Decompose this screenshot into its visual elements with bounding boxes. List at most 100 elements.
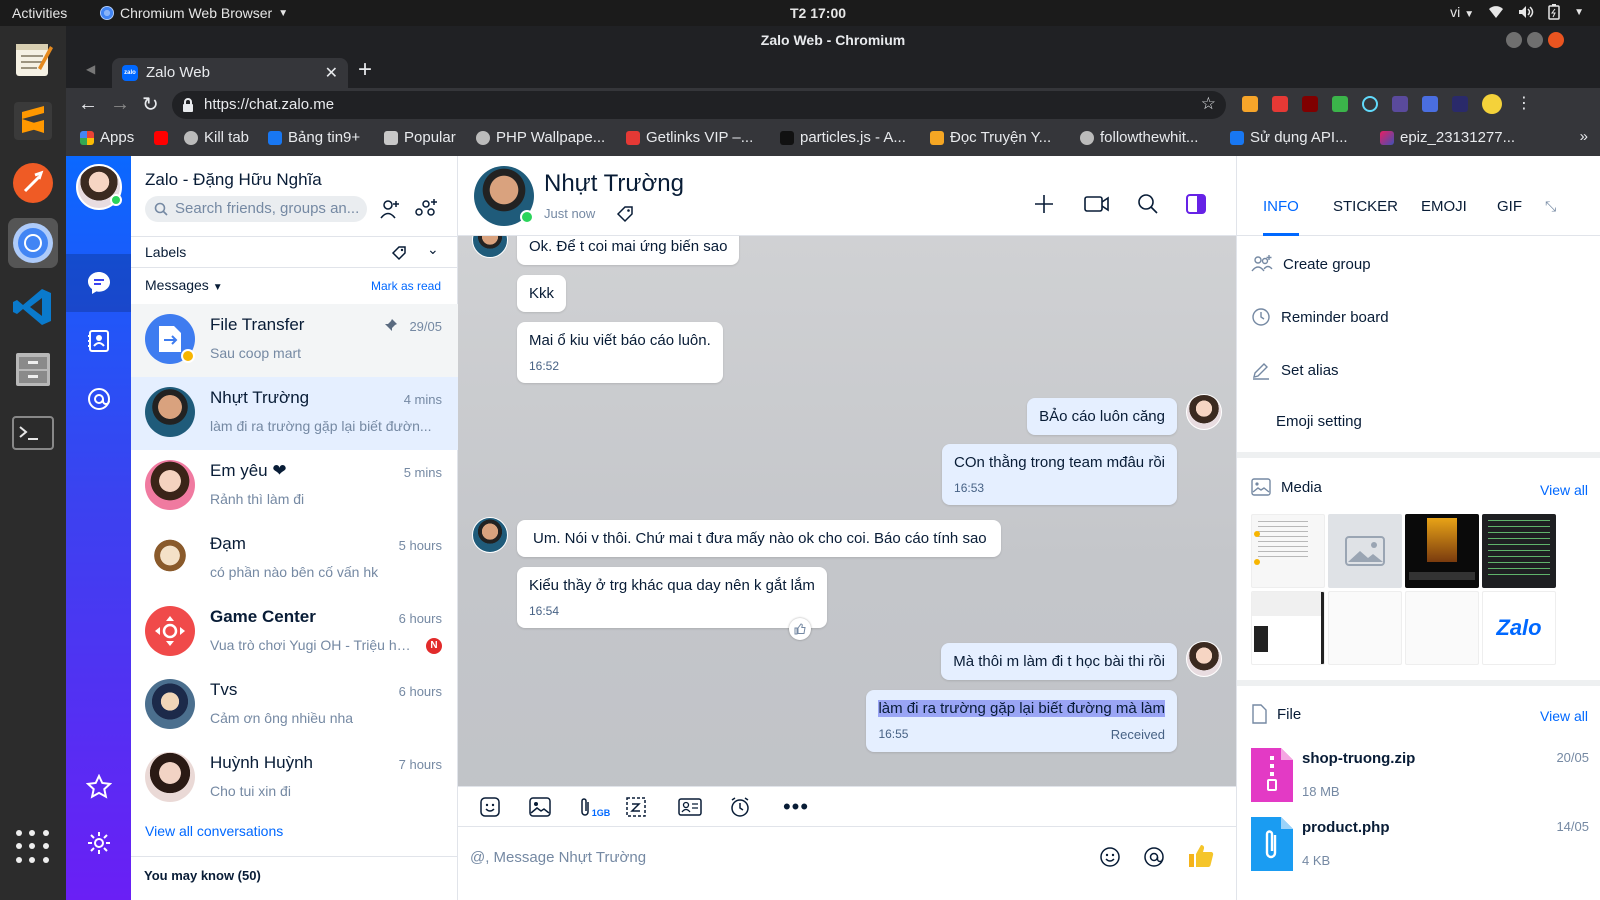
bookmark-star-icon[interactable]: ☆	[1201, 94, 1216, 114]
media-thumbnail[interactable]	[1482, 514, 1556, 588]
message-bubble[interactable]: Kkk	[517, 275, 567, 312]
my-avatar[interactable]	[1186, 394, 1222, 430]
media-view-all-link[interactable]: View all	[1540, 482, 1588, 498]
reload-button[interactable]: ↻	[142, 92, 159, 117]
toggle-info-panel-button[interactable]	[1182, 190, 1210, 218]
conversation-item-active[interactable]: Nhựt Trường làm đi ra trường gặp lại biế…	[131, 377, 458, 450]
message-input[interactable]: @, Message Nhựt Trường	[458, 826, 1236, 900]
react-like-button[interactable]	[788, 618, 811, 640]
nav-mentions[interactable]	[66, 370, 131, 428]
bookmark-bang-tin[interactable]: Bảng tin9+	[268, 129, 360, 146]
message-bubble[interactable]: Kiểu thầy ở trg khác qua day nên k gắt l…	[517, 567, 827, 640]
tab-emoji[interactable]: EMOJI	[1421, 198, 1467, 215]
conversation-item[interactable]: Game Center Vua trò chơi Yugi OH - Triệu…	[131, 596, 458, 669]
tab-info[interactable]: INFO	[1263, 198, 1299, 215]
message-bubble-mine[interactable]: Mà thôi m làm đi t học bài thi rồi	[941, 643, 1177, 680]
send-contact-card-button[interactable]	[676, 793, 704, 821]
files-launcher[interactable]	[8, 344, 58, 394]
conversation-item[interactable]: Huỳnh Huỳnh Cho tui xin đi 7 hours	[131, 742, 458, 815]
media-thumbnail[interactable]: Zalo	[1482, 591, 1556, 665]
conversation-item[interactable]: Em yêu ❤ Rảnh thì làm đi 5 mins	[131, 450, 458, 523]
labels-bar[interactable]: Labels ⌄	[131, 236, 458, 268]
file-item[interactable]: product.php 4 KB 14/05	[1237, 813, 1600, 873]
extension-icon[interactable]	[1452, 96, 1468, 112]
bookmark-epiz[interactable]: epiz_23131277...	[1380, 129, 1515, 146]
extension-icon[interactable]	[1392, 96, 1408, 112]
tab-search-icon[interactable]: ◀	[86, 62, 95, 76]
media-thumbnail[interactable]	[1328, 514, 1402, 588]
new-tab-button[interactable]: +	[358, 56, 372, 84]
messages-filter[interactable]: Messages ▼	[145, 277, 223, 293]
message-bubble[interactable]: Ok. Để t coi mai ứng biến sao	[517, 236, 740, 265]
close-tab-icon[interactable]: ✕	[325, 63, 338, 83]
file-item[interactable]: shop-truong.zip 18 MB 20/05	[1237, 744, 1600, 804]
contact-name[interactable]: Nhựt Trường	[544, 170, 684, 198]
menu-kebab-icon[interactable]: ⋮	[1516, 96, 1532, 114]
show-apps-button[interactable]	[16, 830, 50, 864]
language-indicator[interactable]: vi ▼	[1450, 4, 1474, 20]
reminder-button[interactable]	[726, 793, 754, 821]
tag-icon[interactable]	[391, 245, 407, 261]
terminal-launcher[interactable]	[8, 408, 58, 458]
emoji-setting-action[interactable]: Emoji setting	[1276, 413, 1362, 430]
tag-icon[interactable]	[616, 205, 634, 223]
ublock-icon[interactable]	[1302, 96, 1318, 112]
forward-button[interactable]: →	[110, 93, 130, 116]
app-menu[interactable]: Chromium Web Browser ▼	[100, 5, 288, 21]
nav-messages[interactable]	[66, 254, 131, 312]
file-view-all-link[interactable]: View all	[1540, 708, 1588, 724]
close-window-button[interactable]	[1548, 32, 1564, 48]
bookmark-popular[interactable]: Popular	[384, 129, 456, 146]
media-thumbnail[interactable]	[1251, 591, 1325, 665]
tab-sticker[interactable]: STICKER	[1333, 198, 1398, 215]
chevron-down-icon[interactable]: ⌄	[427, 241, 439, 258]
bookmark-doc-truyen[interactable]: Đọc Truyện Y...	[930, 129, 1051, 146]
vscode-launcher[interactable]	[8, 282, 58, 332]
translate-icon[interactable]	[1422, 96, 1438, 112]
minimize-button[interactable]	[1506, 32, 1522, 48]
user-avatar[interactable]	[76, 164, 122, 210]
sticker-button[interactable]	[476, 793, 504, 821]
nav-favorites[interactable]	[66, 758, 131, 816]
create-group-button[interactable]	[413, 196, 439, 222]
bookmark-particles[interactable]: particles.js - A...	[780, 129, 906, 146]
conversation-item[interactable]: Đạm có phần nào bên cố vấn hk 5 hours	[131, 523, 458, 596]
sender-avatar[interactable]	[472, 517, 508, 553]
search-chat-button[interactable]	[1134, 190, 1162, 218]
tab-zalo-web[interactable]: zalo Zalo Web ✕	[112, 58, 348, 88]
message-bubble-mine[interactable]: COn thằng trong team mđâu rồi 16:53	[942, 444, 1177, 505]
extension-icon[interactable]	[1272, 96, 1288, 112]
react-devtools-icon[interactable]	[1362, 96, 1378, 112]
add-member-button[interactable]	[1030, 190, 1058, 218]
message-bubble-mine[interactable]: BẢo cáo luôn căng	[1027, 398, 1177, 435]
nav-contacts[interactable]	[66, 312, 131, 370]
bookmark-followthewhite[interactable]: followthewhit...	[1080, 129, 1198, 146]
more-bookmarks-button[interactable]: »	[1580, 128, 1588, 145]
chromium-launcher[interactable]	[8, 218, 58, 268]
view-all-conversations-link[interactable]: View all conversations	[145, 823, 283, 839]
send-image-button[interactable]	[526, 793, 554, 821]
add-friend-button[interactable]	[377, 196, 403, 222]
video-call-button[interactable]	[1082, 190, 1112, 218]
system-tray[interactable]: vi ▼ ▼	[1450, 4, 1584, 20]
collapse-panel-icon[interactable]: ⤡	[1545, 198, 1556, 215]
message-bubble[interactable]: Um. Nói v thôi. Chứ mai t đưa mấy nào ok…	[517, 520, 1001, 557]
conversation-item[interactable]: File Transfer Sau coop mart 29/05	[131, 304, 458, 377]
address-bar[interactable]: https://chat.zalo.me ☆	[172, 91, 1226, 119]
extension-icon[interactable]	[1332, 96, 1348, 112]
bookmark-php-wallpaper[interactable]: PHP Wallpape...	[476, 129, 605, 146]
search-input[interactable]: Search friends, groups an...	[145, 196, 367, 222]
create-group-action[interactable]: Create group	[1251, 254, 1371, 274]
set-alias-action[interactable]: Set alias	[1251, 360, 1339, 380]
message-bubble[interactable]: Mai ổ kiu viết báo cáo luôn. 16:52	[517, 322, 723, 383]
more-options-button[interactable]: •••	[778, 793, 814, 821]
message-bubble-mine[interactable]: làm đi ra trường gặp lại biết đường mà l…	[866, 690, 1177, 752]
media-thumbnail[interactable]	[1251, 514, 1325, 588]
clock[interactable]: T2 17:00	[790, 5, 846, 21]
contact-avatar[interactable]	[474, 166, 534, 226]
mark-as-read-link[interactable]: Mark as read	[371, 279, 441, 293]
sublime-launcher[interactable]	[8, 96, 58, 146]
attach-file-button[interactable]: 1GB	[576, 793, 612, 821]
postman-launcher[interactable]	[8, 158, 58, 208]
bookmark-apps[interactable]: Apps	[80, 129, 134, 146]
